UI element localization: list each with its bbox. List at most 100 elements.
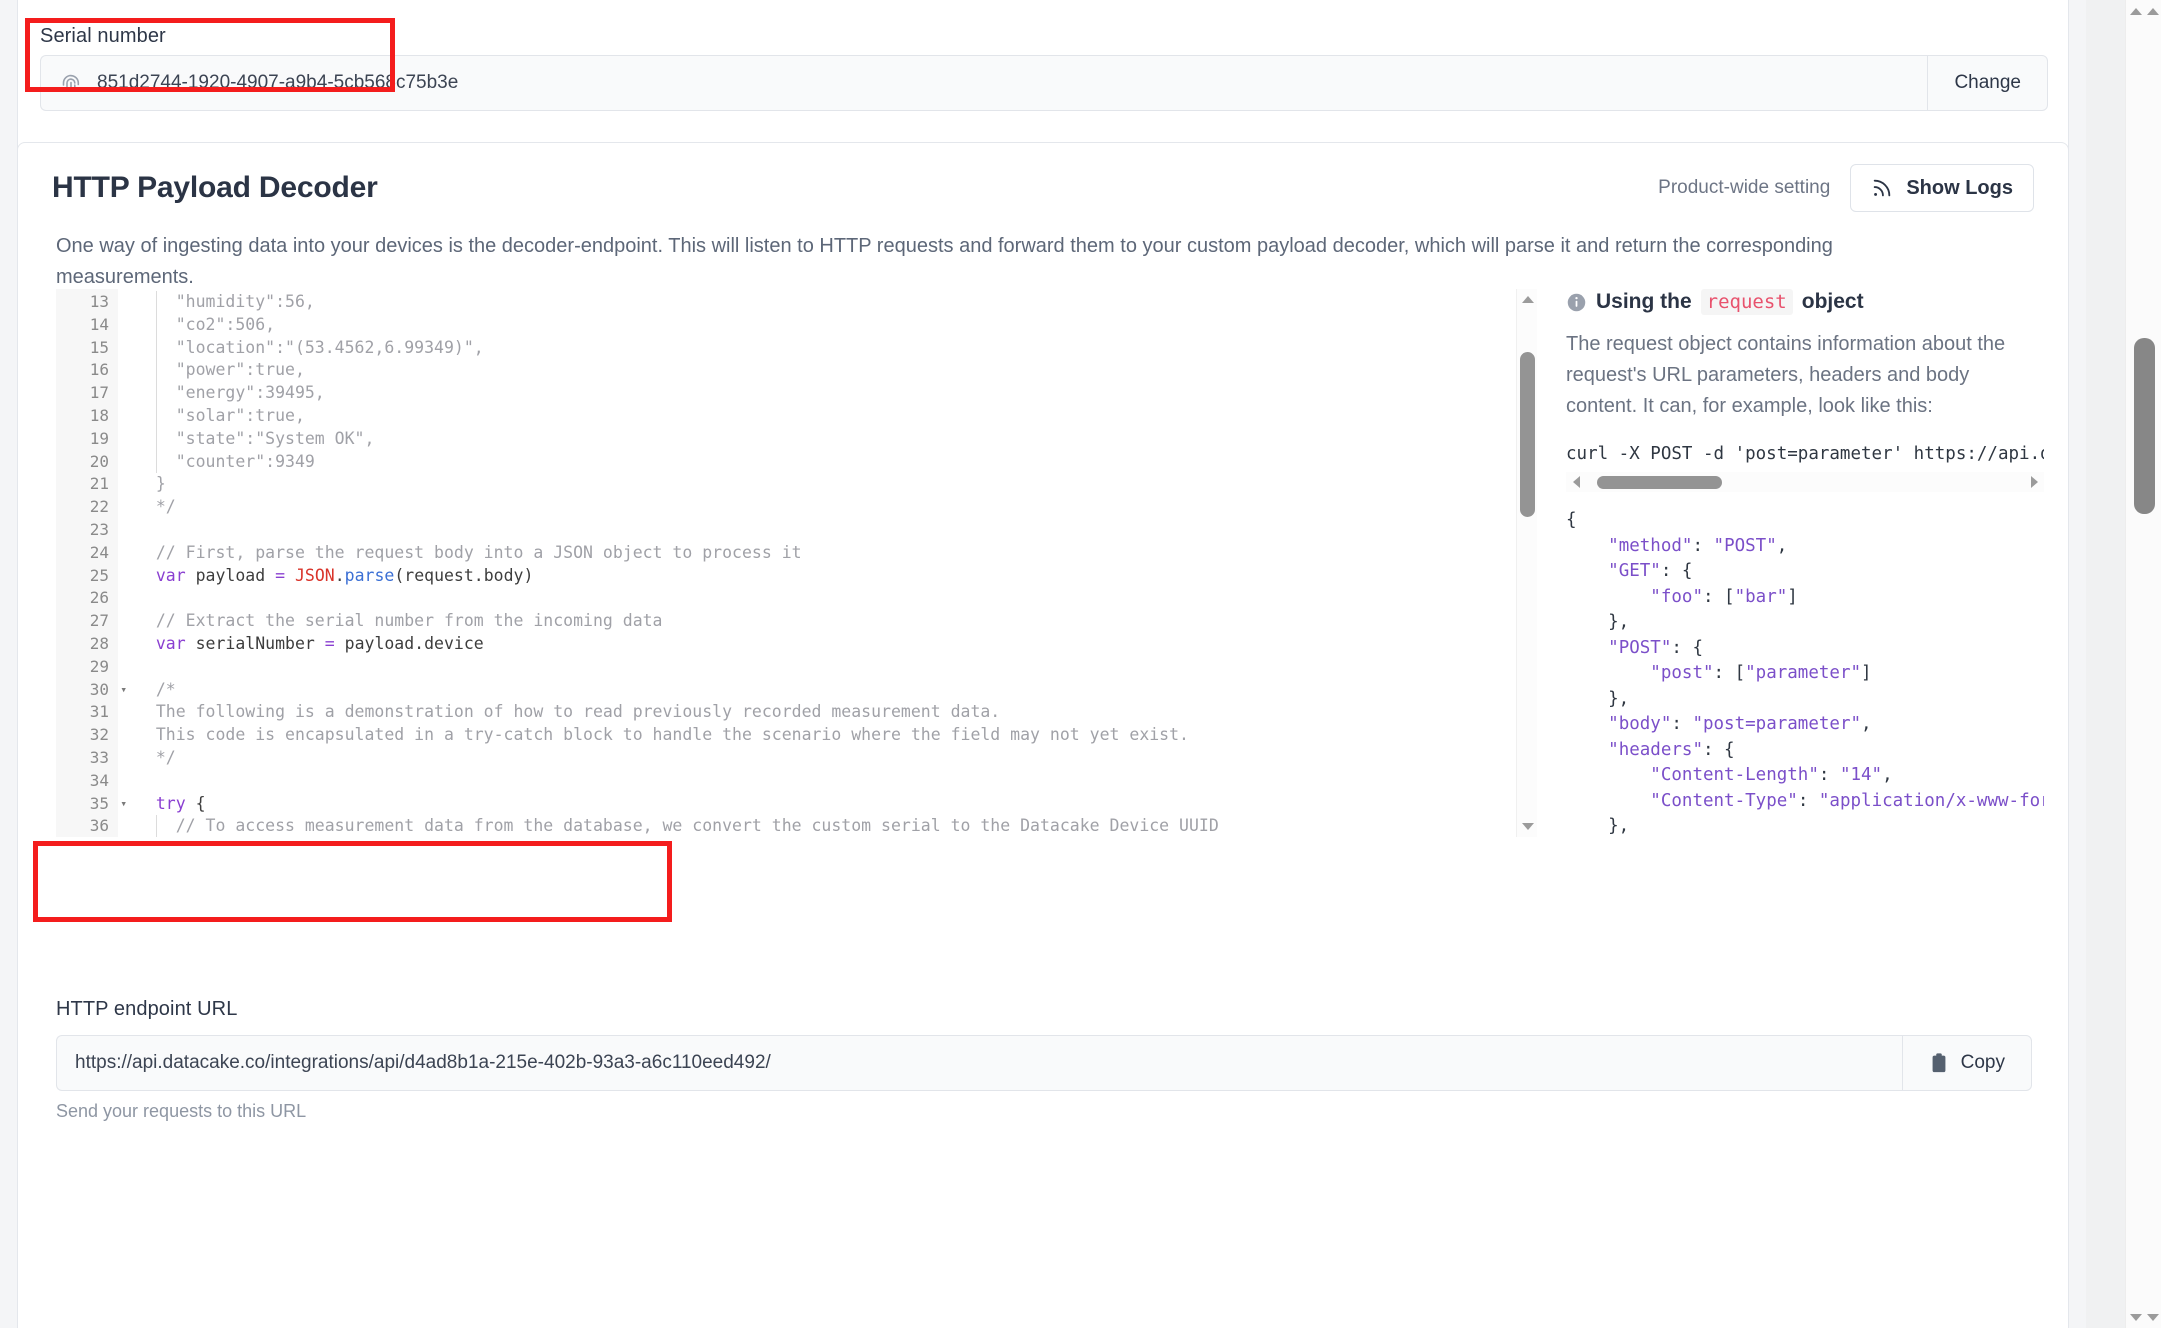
json-token: "bar" [1734,586,1788,607]
info-panel-title: Using the request object [1566,289,2044,315]
editor-code-line: // To access measurement data from the d… [118,815,1536,837]
json-example-line: "post": ["parameter"] [1566,661,2044,687]
json-token: }, [1566,612,1630,632]
json-token: "Content-Length" [1650,765,1819,785]
editor-line-number: 16 [89,360,109,380]
json-token: : [1818,765,1840,785]
editor-code-line: "energy":39495, [118,382,1536,405]
change-serial-button[interactable]: Change [1927,55,2048,111]
decoder-description: One way of ingesting data into your devi… [56,235,1833,288]
curl-scroll-right-arrow[interactable] [2024,472,2044,492]
editor-code-line [118,656,1536,679]
fingerprint-icon [59,71,83,95]
json-token: "POST" [1713,535,1777,556]
page-scroll-thumb[interactable] [2134,338,2155,514]
page-scroll-up-arrow-2[interactable] [2144,0,2161,22]
editor-code-line: // Extract the serial number from the in… [118,610,1536,633]
json-token: , [1776,535,1788,556]
editor-line-number: 35 ▾ [56,793,127,816]
editor-line-number: 15 [89,337,109,357]
editor-scroll-up-arrow[interactable] [1517,289,1538,310]
json-token: ] [1787,586,1798,607]
curl-horizontal-scrollbar[interactable] [1566,472,2044,492]
show-logs-button[interactable]: Show Logs [1850,164,2034,212]
json-token: "post=parameter" [1692,714,1862,734]
editor-code-line [118,519,1536,542]
serial-number-input-row: 851d2744-1920-4907-a9b4-5cb568c75b3e Cha… [40,55,2048,111]
payload-decoder-code-editor[interactable]: 13 14 15 16 17 18 19 20 21 22 23 24 25 26 27 28 29 30 ▾ 31 3… [56,289,1536,837]
editor-code-line: The following is a demonstration of how … [118,701,1536,724]
editor-line-number: 17 [89,383,109,403]
editor-line-number: 19 [89,428,109,448]
code-token: "state":"System OK", [136,428,375,448]
page-scroll-up-arrow-1[interactable] [2127,0,2145,22]
code-token: The following is a demonstration of how … [136,702,1001,722]
editor-line-number: 20 [89,451,109,471]
json-token: "parameter" [1745,663,1862,683]
editor-line-number: 28 [89,633,109,653]
page-scroll-down-arrow-1[interactable] [2127,1306,2145,1328]
json-token: { [1566,510,1577,530]
code-token: payload [185,565,276,585]
json-token: "POST" [1608,637,1672,658]
editor-line-number-gutter: 13 14 15 16 17 18 19 20 21 22 23 24 25 26 27 28 29 30 ▾ 31 3… [56,289,127,837]
editor-vertical-scrollbar[interactable] [1516,289,1537,837]
code-token: var [155,565,186,585]
json-token: "Content-Type" [1650,790,1798,811]
code-token: (request.body) [394,565,534,585]
editor-line-number: 33 [89,747,109,767]
curl-scroll-thumb[interactable] [1597,476,1722,489]
editor-code-line: */ [118,747,1536,770]
json-token: , [1861,714,1872,734]
copy-url-button[interactable]: Copy [1901,1035,2032,1091]
http-endpoint-url-value: https://api.datacake.co/integrations/api… [75,1052,771,1073]
editor-code-line: "power":true, [118,359,1536,382]
page-vertical-scrollbar[interactable] [2125,0,2161,1328]
code-token: "solar":true, [136,405,305,425]
json-example-line: }, [1566,687,2044,713]
info-title-suffix: object [1801,290,1864,313]
code-token: { [185,793,206,813]
code-token: parse [344,565,395,585]
editor-scroll-thumb[interactable] [1520,352,1535,517]
editor-line-number: 29 [89,656,109,676]
curl-scroll-left-arrow[interactable] [1566,472,1586,492]
code-token: This code is encapsulated in a try-catch… [136,725,1189,745]
editor-line-number: 32 [89,725,109,745]
json-example-line: "Content-Type": "application/x-www-form [1566,789,2044,815]
http-endpoint-url-label: HTTP endpoint URL [56,998,238,1020]
editor-line-number: 18 [89,405,109,425]
json-example-line: "headers": { [1566,738,2044,764]
page-scroll-down-arrow-2[interactable] [2144,1306,2161,1328]
editor-code-line: "solar":true, [118,405,1536,428]
json-token: : [1692,535,1714,556]
code-token: */ [136,747,176,767]
serial-number-input[interactable]: 851d2744-1920-4907-a9b4-5cb568c75b3e [40,55,1928,111]
json-example-line: "Content-Length": "14", [1566,763,2044,789]
editor-code-area[interactable]: "humidity":56, "co2":506, "location":"(5… [118,289,1536,837]
json-example-line: }, [1566,610,2044,636]
editor-code-line: "co2":506, [118,314,1536,337]
json-token: : [1797,790,1819,811]
editor-line-number: 14 [89,314,109,334]
json-example-line: "method": "POST", [1566,534,2044,560]
code-token: "location":"(53.4562,6.99349)", [136,337,484,357]
json-token: : [ [1702,586,1735,607]
json-token: ] [1861,663,1872,683]
code-token: "counter":9349 [136,451,315,471]
request-object-info-panel: Using the request object The request obj… [1566,289,2044,837]
page-content: Serial number 851d2744-1920-4907-a9b4-5c… [0,0,2086,1328]
http-endpoint-url-input[interactable]: https://api.datacake.co/integrations/api… [56,1035,1902,1091]
editor-indent-guide [155,291,157,474]
editor-scroll-down-arrow[interactable] [1517,816,1538,837]
rss-feed-icon [1871,177,1893,199]
editor-line-number: 21 [89,474,109,494]
code-token: "humidity":56, [136,292,315,311]
editor-code-line: */ [118,496,1536,519]
app-viewport: Serial number 851d2744-1920-4907-a9b4-5c… [0,0,2161,1328]
code-token: payload.device [334,633,484,653]
editor-line-number: 23 [89,519,109,539]
